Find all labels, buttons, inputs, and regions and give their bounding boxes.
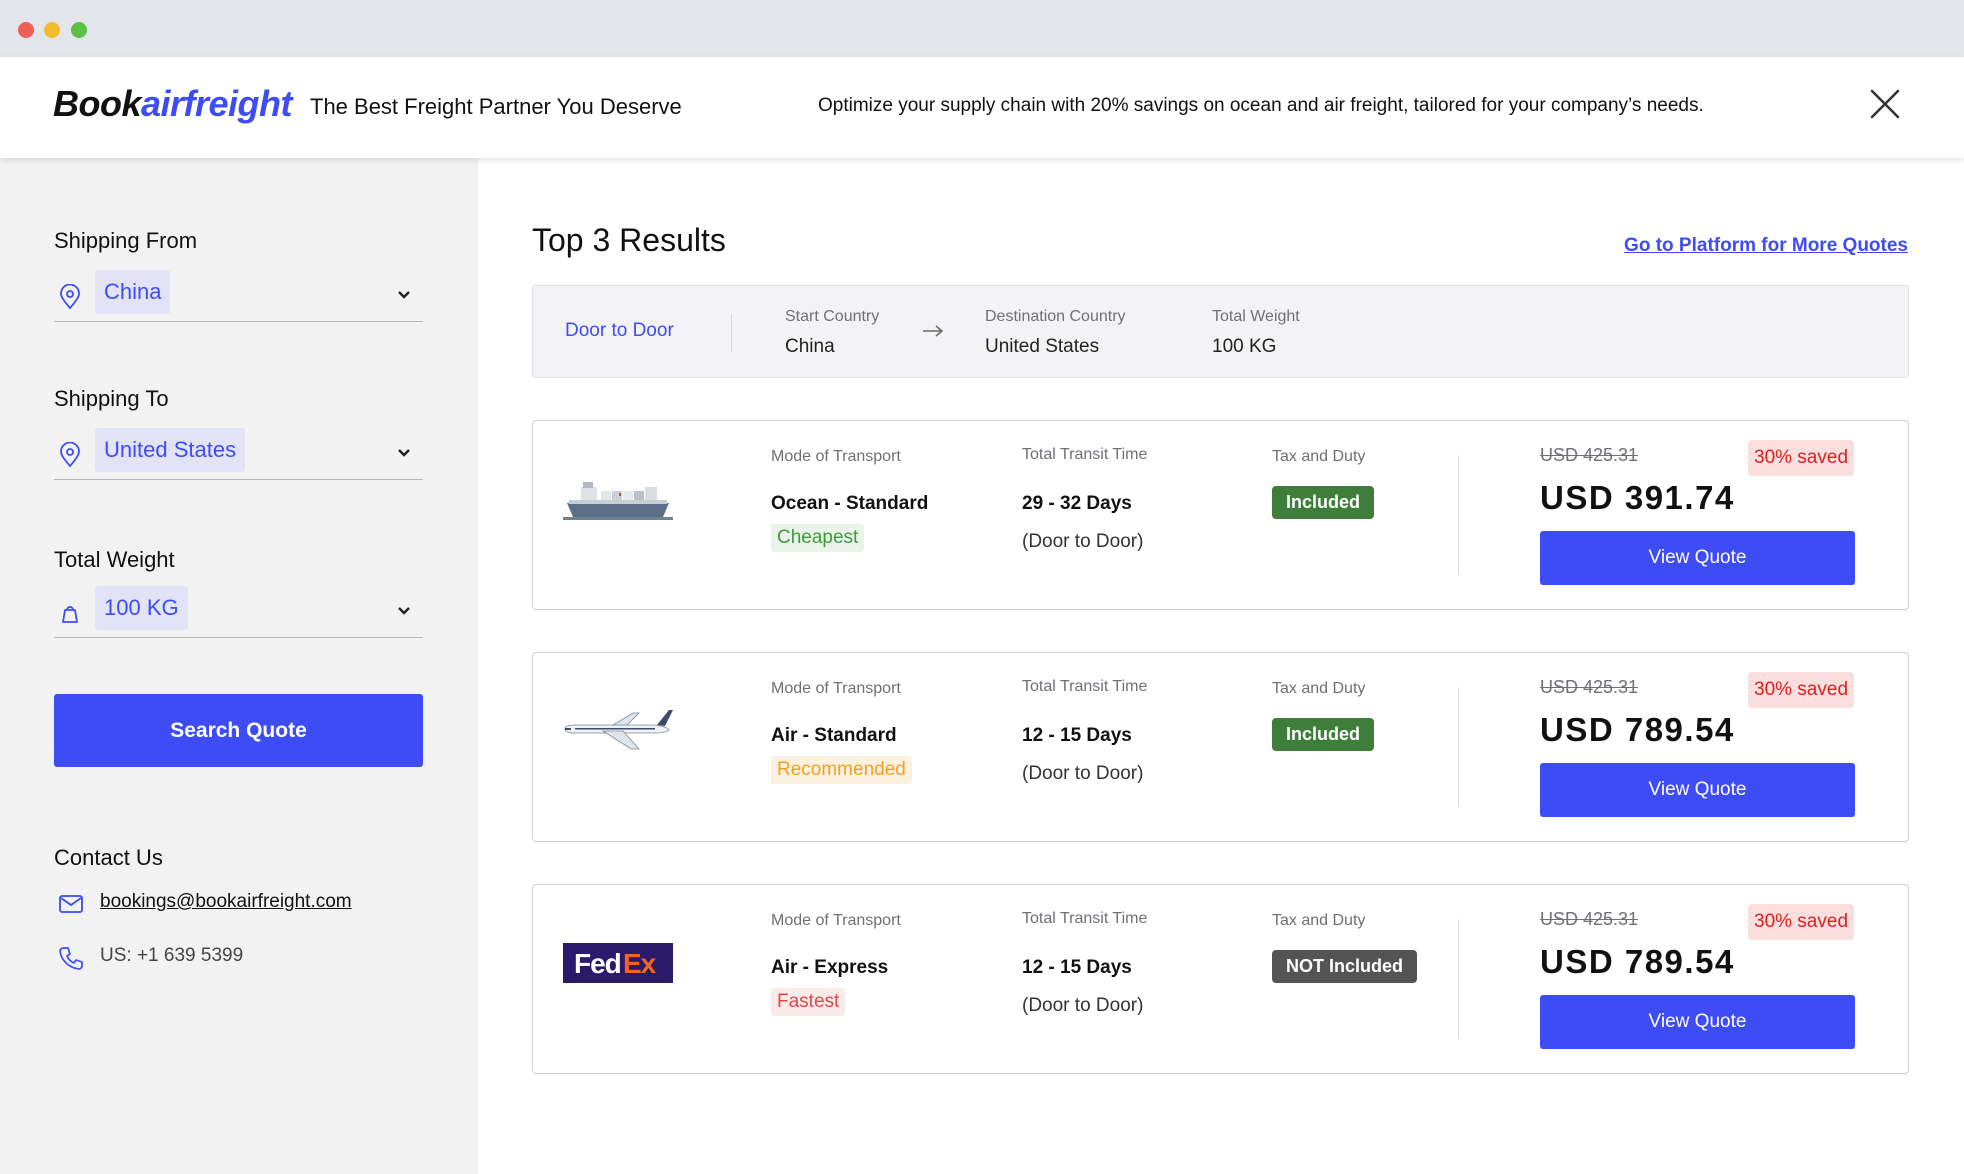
card-divider bbox=[1458, 919, 1459, 1039]
window-close-dot[interactable] bbox=[18, 22, 34, 38]
tax-status-badge: Included bbox=[1272, 486, 1375, 519]
quote-price: USD 391.74 bbox=[1540, 479, 1735, 516]
total-weight-value: 100 KG bbox=[95, 586, 188, 630]
more-quotes-link[interactable]: Go to Platform for More Quotes bbox=[1624, 235, 1908, 257]
chevron-down-icon bbox=[398, 291, 410, 299]
savings-badge: 30% saved bbox=[1748, 904, 1855, 940]
tax-status-badge: Included bbox=[1272, 718, 1375, 751]
location-pin-icon bbox=[60, 284, 80, 310]
svg-text:Fed: Fed bbox=[574, 948, 621, 979]
mode-label: Mode of Transport bbox=[771, 912, 901, 929]
window-maximize-dot[interactable] bbox=[71, 22, 87, 38]
transit-time-value: 12 - 15 Days bbox=[1022, 725, 1132, 746]
savings-badge: 30% saved bbox=[1748, 672, 1855, 708]
quote-price: USD 789.54 bbox=[1540, 711, 1735, 748]
mode-label: Mode of Transport bbox=[771, 680, 901, 697]
transit-time-value: 29 - 32 Days bbox=[1022, 493, 1132, 514]
quote-price: USD 789.54 bbox=[1540, 943, 1735, 980]
transit-time-note: (Door to Door) bbox=[1022, 995, 1144, 1016]
promo-text: Optimize your supply chain with 20% savi… bbox=[818, 95, 1704, 116]
savings-badge: 30% saved bbox=[1748, 440, 1855, 476]
location-pin-icon bbox=[60, 442, 80, 468]
results-title: Top 3 Results bbox=[532, 222, 726, 258]
window-minimize-dot[interactable] bbox=[44, 22, 60, 38]
chevron-down-icon bbox=[398, 607, 410, 615]
view-quote-button[interactable]: View Quote bbox=[1540, 763, 1855, 817]
search-sidebar: Shipping From China Shipping To United S… bbox=[0, 158, 478, 1174]
start-country-value: China bbox=[785, 336, 835, 357]
weight-value: 100 KG bbox=[1212, 336, 1277, 357]
transit-time-label: Total Transit Time bbox=[1022, 446, 1148, 463]
card-divider bbox=[1458, 455, 1459, 575]
search-summary: Door to Door Start Country China Destina… bbox=[532, 285, 1909, 378]
tax-status-badge: NOT Included bbox=[1272, 950, 1417, 983]
fastest-badge: Fastest bbox=[771, 988, 846, 1016]
transit-time-note: (Door to Door) bbox=[1022, 531, 1144, 552]
shipping-to-label: Shipping To bbox=[54, 386, 169, 411]
logo[interactable]: Bookairfreight bbox=[53, 83, 293, 125]
shipping-from-label: Shipping From bbox=[54, 228, 198, 253]
quote-card: Fed Ex Mode of Transport Air - Express F… bbox=[532, 884, 1909, 1074]
total-weight-label: Total Weight bbox=[54, 547, 175, 572]
view-quote-button[interactable]: View Quote bbox=[1540, 995, 1855, 1049]
summary-weight: Total Weight 100 KG bbox=[1212, 308, 1300, 358]
original-price: USD 425.31 bbox=[1540, 445, 1639, 465]
weight-label: Total Weight bbox=[1212, 308, 1300, 325]
view-quote-button[interactable]: View Quote bbox=[1540, 531, 1855, 585]
quote-card: Mode of Transport Ocean - Standard Cheap… bbox=[532, 420, 1909, 610]
original-price: USD 425.31 bbox=[1540, 677, 1639, 697]
original-price: USD 425.31 bbox=[1540, 909, 1639, 929]
mode-value: Air - Express bbox=[771, 957, 889, 978]
chevron-down-icon bbox=[398, 449, 410, 457]
window-titlebar bbox=[0, 0, 1964, 57]
transit-time-value: 12 - 15 Days bbox=[1022, 957, 1132, 978]
mode-value: Ocean - Standard bbox=[771, 493, 929, 514]
ship-icon bbox=[563, 482, 673, 520]
shipping-from-select[interactable]: China bbox=[54, 270, 423, 322]
start-country-label: Start Country bbox=[785, 308, 880, 325]
summary-divider bbox=[731, 314, 732, 352]
total-weight-select[interactable]: 100 KG bbox=[54, 586, 423, 638]
tax-duty-label: Tax and Duty bbox=[1272, 912, 1366, 929]
recommended-badge: Recommended bbox=[771, 756, 912, 784]
shipping-to-select[interactable]: United States bbox=[54, 428, 423, 480]
search-quote-button[interactable]: Search Quote bbox=[54, 694, 423, 767]
contact-phone: US: +1 639 5399 bbox=[100, 945, 244, 966]
summary-start-country: Start Country China bbox=[785, 308, 879, 358]
close-icon bbox=[1870, 89, 1900, 119]
quote-card: Mode of Transport Air - Standard Recomme… bbox=[532, 652, 1909, 842]
logo-part-airfreight: airfreight bbox=[141, 83, 293, 124]
contact-email-link[interactable]: bookings@bookairfreight.com bbox=[100, 891, 352, 913]
airplane-icon bbox=[564, 710, 673, 750]
svg-text:Ex: Ex bbox=[623, 948, 657, 979]
tagline: The Best Freight Partner You Deserve bbox=[310, 94, 682, 119]
shipping-to-value: United States bbox=[95, 428, 246, 472]
top-banner: Bookairfreight The Best Freight Partner … bbox=[0, 57, 1964, 158]
card-divider bbox=[1458, 687, 1459, 807]
contact-title: Contact Us bbox=[54, 845, 163, 870]
summary-mode[interactable]: Door to Door bbox=[565, 320, 674, 342]
mode-label: Mode of Transport bbox=[771, 448, 901, 465]
mode-value: Air - Standard bbox=[771, 725, 897, 746]
transit-time-label: Total Transit Time bbox=[1022, 678, 1148, 695]
arrow-right-icon bbox=[923, 325, 944, 337]
close-banner-button[interactable] bbox=[1868, 87, 1902, 121]
tax-duty-label: Tax and Duty bbox=[1272, 680, 1366, 697]
cheapest-badge: Cheapest bbox=[771, 524, 865, 552]
fedex-logo: Fed Ex bbox=[563, 943, 673, 983]
tax-duty-label: Tax and Duty bbox=[1272, 448, 1366, 465]
logo-part-book: Book bbox=[53, 83, 142, 124]
mail-icon bbox=[59, 895, 83, 913]
weight-icon bbox=[62, 606, 78, 623]
destination-label: Destination Country bbox=[985, 308, 1126, 325]
transit-time-note: (Door to Door) bbox=[1022, 763, 1144, 784]
phone-icon bbox=[59, 947, 83, 970]
transit-time-label: Total Transit Time bbox=[1022, 910, 1148, 927]
summary-destination: Destination Country United States bbox=[985, 308, 1126, 358]
shipping-from-value: China bbox=[95, 270, 171, 314]
destination-value: United States bbox=[985, 336, 1100, 357]
